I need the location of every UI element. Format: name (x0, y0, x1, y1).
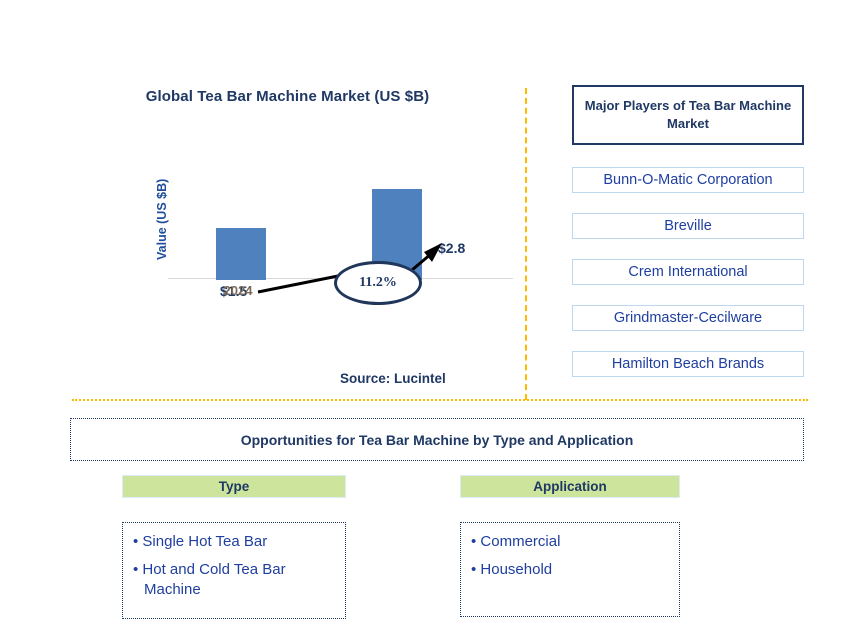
opportunities-type-column: Type • Single Hot Tea Bar • Hot and Cold… (122, 475, 346, 619)
chart-y-axis-label: Value (US $B) (155, 178, 169, 260)
bar-value-2030: $2.8 (438, 240, 466, 256)
player-item[interactable]: Bunn-O-Matic Corporation (572, 167, 804, 193)
market-chart-panel: Global Tea Bar Machine Market (US $B) Va… (60, 80, 515, 400)
cagr-ellipse: 11.2% (334, 261, 422, 305)
major-players-header: Major Players of Tea Bar Machine Market (572, 85, 804, 145)
type-list-item: • Hot and Cold Tea Bar Machine (133, 560, 286, 599)
player-item[interactable]: Breville (572, 213, 804, 239)
chart-title: Global Tea Bar Machine Market (US $B) (145, 88, 430, 105)
major-players-panel: Major Players of Tea Bar Machine Market … (572, 85, 804, 377)
chart-plot-area (168, 175, 513, 280)
player-item[interactable]: Crem International (572, 259, 804, 285)
cagr-value: 11.2% (359, 275, 397, 290)
bar-2024[interactable] (216, 228, 266, 280)
infographic-page: Global Tea Bar Machine Market (US $B) Va… (0, 0, 868, 619)
player-item[interactable]: Grindmaster-Cecilware (572, 305, 804, 331)
major-players-list: Bunn-O-Matic Corporation Breville Crem I… (572, 167, 804, 377)
application-list-item: • Commercial (471, 533, 561, 550)
application-list-item: • Household (471, 560, 553, 578)
source-label: Source: Lucintel (340, 371, 446, 386)
vertical-divider (525, 88, 527, 400)
application-column-header: Application (460, 475, 680, 498)
opportunities-banner: Opportunities for Tea Bar Machine by Typ… (70, 418, 804, 461)
opportunities-application-column: Application • Commercial • Household (460, 475, 680, 617)
type-list-item: • Single Hot Tea Bar (133, 533, 268, 550)
type-column-header: Type (122, 475, 346, 498)
type-column-body: • Single Hot Tea Bar • Hot and Cold Tea … (122, 522, 346, 619)
category-label-2024: 2024 (223, 283, 253, 298)
player-item[interactable]: Hamilton Beach Brands (572, 351, 804, 377)
